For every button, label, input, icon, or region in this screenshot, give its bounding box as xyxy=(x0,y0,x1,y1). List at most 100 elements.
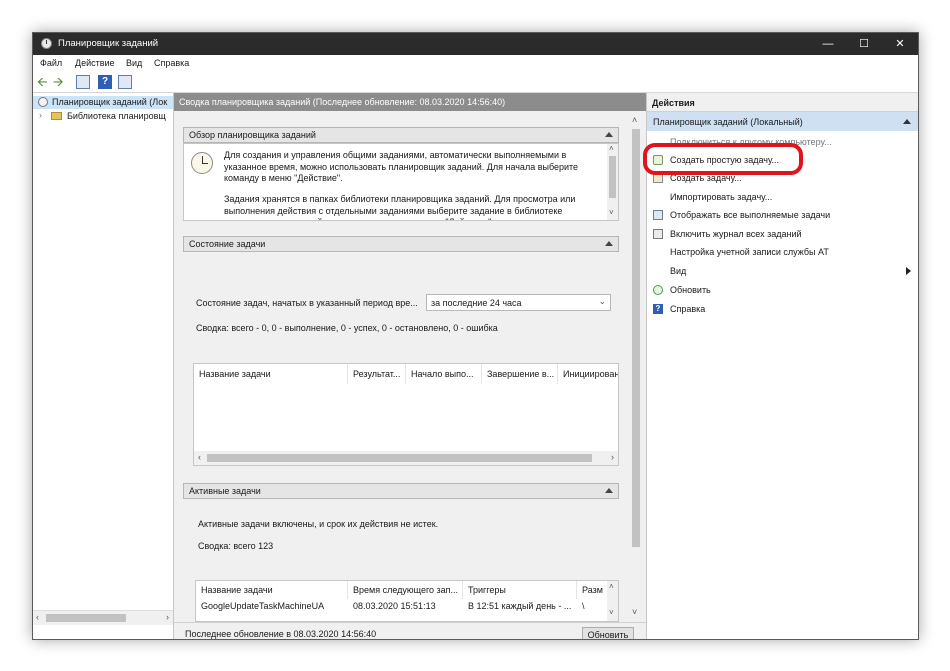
overview-paragraph-2: Задания хранятся в папках библиотеки пла… xyxy=(224,194,576,220)
scroll-down-icon[interactable]: ˅ xyxy=(632,607,637,617)
scroll-down-icon[interactable]: ˅ xyxy=(609,608,614,617)
forward-arrow-icon[interactable]: 🡪 xyxy=(53,75,67,89)
summary-footer: Последнее обновление в 08.03.2020 14:56:… xyxy=(174,622,646,639)
close-button[interactable]: ✕ xyxy=(882,33,918,55)
clock-icon xyxy=(41,38,52,49)
period-dropdown-value: за последние 24 часа xyxy=(431,298,522,308)
status-table-hscrollbar[interactable]: ‹ › xyxy=(194,451,618,465)
collapse-icon[interactable] xyxy=(605,488,613,493)
submenu-arrow-icon xyxy=(906,267,911,275)
active-table-scrollbar[interactable]: ˄ ˅ xyxy=(607,581,618,621)
scroll-up-icon[interactable]: ˄ xyxy=(632,115,637,125)
minimize-button[interactable]: — xyxy=(810,33,846,55)
help-icon: ? xyxy=(653,304,663,314)
collapse-icon[interactable] xyxy=(903,119,911,124)
scroll-down-icon[interactable]: ˅ xyxy=(609,208,614,217)
scroll-up-icon[interactable]: ˄ xyxy=(609,144,614,153)
menu-file[interactable]: Файл xyxy=(40,58,62,68)
summary-pane: Сводка планировщика заданий (Последнее о… xyxy=(174,93,647,639)
triggers-cell: В 12:51 каждый день - ... xyxy=(468,601,572,611)
menu-view[interactable]: Вид xyxy=(126,58,142,68)
column-header-initiator[interactable]: Инициирован xyxy=(558,364,618,384)
toolbar: 🡨 🡪 ? xyxy=(33,72,918,93)
action-label: Импортировать задачу... xyxy=(670,192,773,202)
scroll-up-icon[interactable]: ˄ xyxy=(609,582,614,591)
tree-item-library[interactable]: › Библиотека планировщ xyxy=(33,110,173,123)
scroll-thumb[interactable] xyxy=(609,156,616,198)
menu-bar: Файл Действие Вид Справка xyxy=(33,55,918,72)
chevron-down-icon[interactable]: ⌄ xyxy=(598,296,606,307)
tree-item-task-scheduler[interactable]: Планировщик заданий (Лок xyxy=(33,96,173,109)
table-row[interactable]: GoogleUpdateTaskMachineUA 08.03.2020 15:… xyxy=(196,599,606,613)
log-icon xyxy=(653,229,663,239)
collapse-icon[interactable] xyxy=(605,241,613,246)
overview-section-header[interactable]: Обзор планировщика заданий xyxy=(183,127,619,143)
help-icon[interactable]: ? xyxy=(98,75,112,89)
last-update-text: Последнее обновление в 08.03.2020 14:56:… xyxy=(185,629,377,639)
actions-group-header[interactable]: Планировщик заданий (Локальный) xyxy=(647,112,918,131)
column-header-result[interactable]: Результат... xyxy=(348,364,406,384)
action-help[interactable]: ? Справка xyxy=(647,303,918,316)
overview-box: Для создания и управления общими задания… xyxy=(183,143,619,221)
scroll-left-icon[interactable]: ‹ xyxy=(198,452,201,462)
active-section-header[interactable]: Активные задачи xyxy=(183,483,619,499)
actions-header: Действия xyxy=(647,93,918,112)
action-label: Настройка учетной записи службы AT xyxy=(670,247,829,257)
column-header-start[interactable]: Начало выпо... xyxy=(406,364,482,384)
active-tasks-table: Название задачи Время следующего зап... … xyxy=(195,580,619,622)
menu-action[interactable]: Действие xyxy=(75,58,115,68)
status-section-header[interactable]: Состояние задачи xyxy=(183,236,619,252)
action-display-running[interactable]: Отображать все выполняемые задачи xyxy=(647,209,918,222)
action-label: Включить журнал всех заданий xyxy=(670,229,802,239)
action-view[interactable]: Вид xyxy=(647,265,918,278)
column-header-task-name[interactable]: Название задачи xyxy=(196,581,348,599)
summary-vertical-scrollbar[interactable]: ˄ ˅ xyxy=(629,113,643,621)
task-scheduler-window: Планировщик заданий — ☐ ✕ Файл Действие … xyxy=(32,32,919,640)
status-table: Название задачи Результат... Начало выпо… xyxy=(193,363,619,466)
highlight-ring xyxy=(643,143,803,175)
column-header-task-name[interactable]: Название задачи xyxy=(194,364,348,384)
refresh-icon xyxy=(653,285,663,295)
action-enable-history[interactable]: Включить журнал всех заданий xyxy=(647,228,918,241)
next-run-cell: 08.03.2020 15:51:13 xyxy=(353,601,436,611)
status-summary: Сводка: всего - 0, 0 - выполнение, 0 - у… xyxy=(196,323,498,333)
show-action-pane-icon[interactable] xyxy=(118,75,132,89)
menu-help[interactable]: Справка xyxy=(154,58,189,68)
action-at-account[interactable]: Настройка учетной записи службы AT xyxy=(647,246,918,259)
action-label: Справка xyxy=(670,304,706,314)
overview-scrollbar[interactable]: ˄ ˅ xyxy=(607,144,618,220)
action-label: Отображать все выполняемые задачи xyxy=(670,210,831,220)
period-dropdown[interactable]: за последние 24 часа ⌄ xyxy=(426,294,611,311)
summary-header: Сводка планировщика заданий (Последнее о… xyxy=(174,93,646,111)
column-header-location[interactable]: Разм xyxy=(577,581,607,599)
refresh-button[interactable]: Обновить xyxy=(582,627,634,639)
scroll-right-icon[interactable]: › xyxy=(611,452,614,462)
window-title: Планировщик заданий xyxy=(58,38,159,49)
column-header-end[interactable]: Завершение в... xyxy=(482,364,558,384)
scroll-left-icon[interactable]: ‹ xyxy=(36,612,39,622)
column-header-triggers[interactable]: Триггеры xyxy=(463,581,577,599)
list-icon xyxy=(653,210,663,220)
column-header-next-run[interactable]: Время следующего зап... xyxy=(348,581,463,599)
tree-item-label: Библиотека планировщ xyxy=(67,111,166,121)
back-arrow-icon[interactable]: 🡨 xyxy=(37,75,51,89)
active-title: Активные задачи xyxy=(189,486,261,496)
scroll-thumb[interactable] xyxy=(207,454,592,462)
action-refresh[interactable]: Обновить xyxy=(647,284,918,297)
chevron-right-icon[interactable]: › xyxy=(39,110,42,120)
scroll-right-icon[interactable]: › xyxy=(166,612,169,622)
show-tree-icon[interactable] xyxy=(76,75,90,89)
scroll-thumb[interactable] xyxy=(46,614,126,622)
overview-paragraph-1: Для создания и управления общими задания… xyxy=(224,150,579,183)
folder-icon xyxy=(51,112,62,120)
tree-horizontal-scrollbar[interactable]: ‹ › xyxy=(33,610,173,625)
active-summary: Сводка: всего 123 xyxy=(198,541,274,551)
maximize-button[interactable]: ☐ xyxy=(846,33,882,55)
status-title: Состояние задачи xyxy=(189,239,266,249)
active-note: Активные задачи включены, и срок их дейс… xyxy=(198,519,439,529)
actions-group-label: Планировщик заданий (Локальный) xyxy=(653,117,803,127)
scroll-thumb[interactable] xyxy=(632,129,640,547)
action-import-task[interactable]: Импортировать задачу... xyxy=(647,191,918,204)
summary-header-text: Сводка планировщика заданий (Последнее о… xyxy=(179,97,506,107)
collapse-icon[interactable] xyxy=(605,132,613,137)
